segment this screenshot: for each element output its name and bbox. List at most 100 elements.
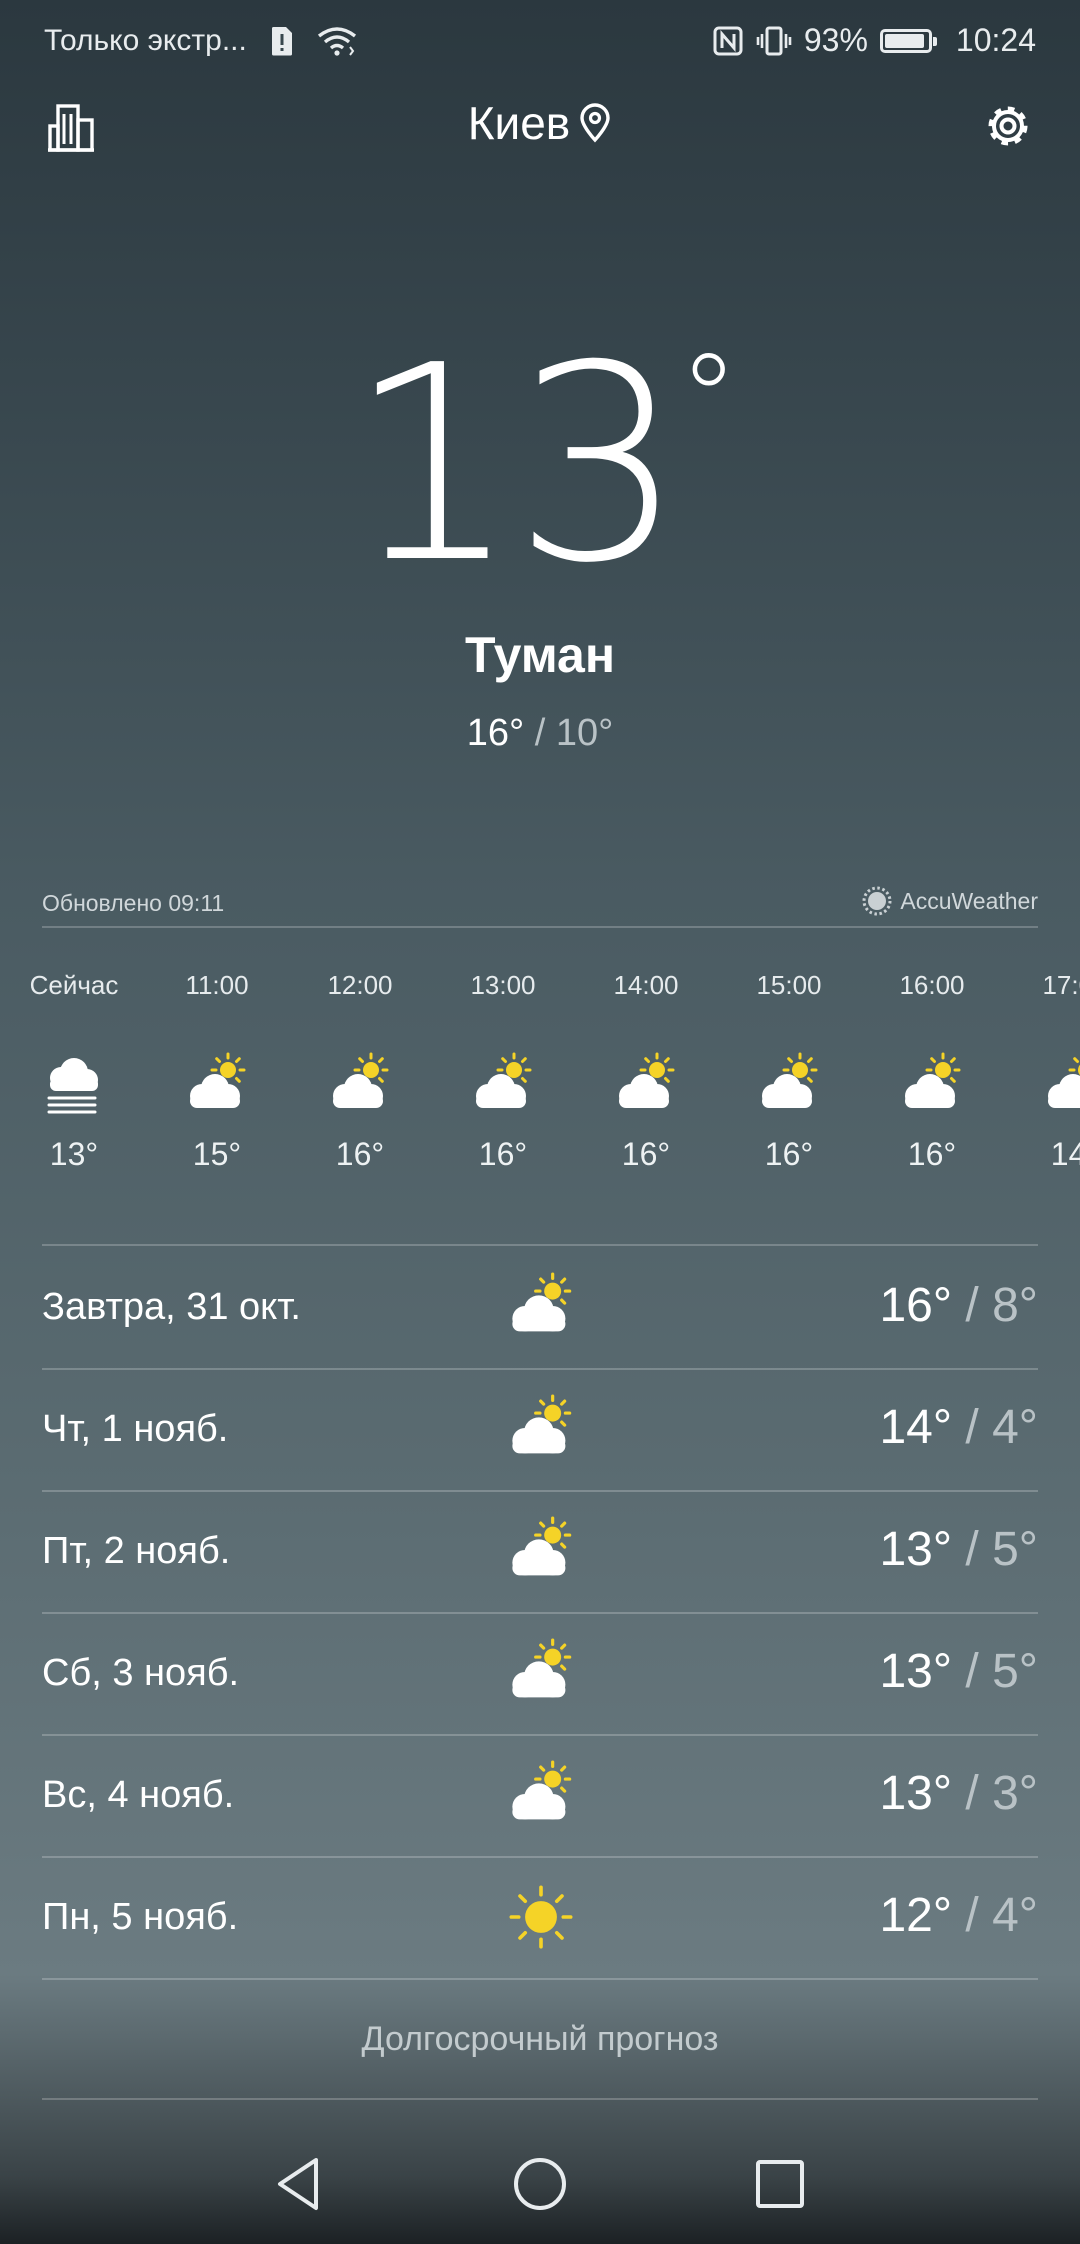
hourly-time: Сейчас: [29, 970, 119, 1000]
hourly-time: 17:00: [1042, 970, 1080, 1000]
daily-row[interactable]: Чт, 1 нояб. 14° / 4°: [42, 1370, 1038, 1490]
hourly-time: 11:00: [185, 970, 249, 1000]
hourly-temp: 16°: [478, 1136, 528, 1172]
partly-sunny-icon: [502, 1760, 580, 1830]
hourly-temp: 14°: [1050, 1136, 1080, 1172]
partly-sunny-icon: [1040, 1052, 1080, 1118]
divider: [42, 1978, 1038, 1980]
settings-gear-icon[interactable]: [980, 98, 1036, 154]
divider: [42, 926, 1038, 928]
partly-sunny-icon: [182, 1052, 252, 1118]
hourly-temp: 16°: [764, 1136, 814, 1172]
partly-sunny-icon: [897, 1052, 967, 1118]
divider: [42, 2098, 1038, 2100]
partly-sunny-icon: [502, 1516, 580, 1586]
current-high: 16°: [466, 712, 525, 754]
daily-row[interactable]: Пт, 2 нояб. 13° / 5°: [42, 1492, 1038, 1612]
navigation-bar: [0, 2120, 1080, 2244]
daily-date: Пт, 2 нояб.: [42, 1530, 231, 1572]
degree-symbol: °: [678, 330, 739, 469]
partly-sunny-icon: [502, 1394, 580, 1464]
daily-high-low: 13° / 5°: [879, 1644, 1038, 1699]
hourly-item: 16:00 16°: [862, 970, 1002, 1173]
hi-lo-separator: /: [965, 1401, 979, 1454]
hi-lo-separator: /: [534, 712, 546, 754]
hourly-item: 11:00 15°: [147, 970, 287, 1173]
updated-time: Обновлено 09:11: [42, 890, 225, 916]
hourly-forecast[interactable]: Сейчас 13° 11:00 15° 12:00 16° 13:00 16°…: [0, 970, 1080, 1210]
daily-row[interactable]: Завтра, 31 окт. 16° / 8°: [42, 1248, 1038, 1368]
hourly-time: 12:00: [327, 970, 393, 1000]
hourly-item: 15:00 16°: [719, 970, 859, 1173]
hourly-temp: 16°: [907, 1136, 957, 1172]
hourly-temp: 13°: [49, 1136, 99, 1172]
wifi-icon: [317, 27, 356, 56]
partly-sunny-icon: [468, 1052, 538, 1118]
hi-lo-separator: /: [965, 1279, 979, 1332]
vibrate-icon: [756, 26, 792, 55]
accuweather-logo-icon: [862, 886, 892, 916]
daily-row[interactable]: Вс, 4 нояб. 13° / 3°: [42, 1736, 1038, 1856]
daily-high-low: 13° / 5°: [879, 1522, 1038, 1577]
provider-name: AccuWeather: [900, 887, 1038, 914]
carrier-text: Только экстр...: [44, 24, 247, 57]
hourly-temp: 16°: [621, 1136, 671, 1172]
current-low: 10°: [555, 712, 614, 754]
daily-date: Чт, 1 нояб.: [42, 1408, 229, 1450]
partly-sunny-icon: [611, 1052, 681, 1118]
partly-sunny-icon: [325, 1052, 395, 1118]
home-icon[interactable]: [510, 2154, 570, 2214]
daily-high-low: 16° / 8°: [879, 1278, 1038, 1333]
partly-sunny-icon: [754, 1052, 824, 1118]
status-bar: Только экстр... 93% 10:24: [0, 0, 1080, 86]
current-condition: Туман: [464, 627, 616, 683]
daily-low: 5°: [992, 1645, 1038, 1698]
hourly-item: 12:00 16°: [290, 970, 430, 1173]
daily-high: 16°: [879, 1279, 953, 1332]
battery-icon: [879, 28, 937, 53]
daily-low: 4°: [992, 1889, 1038, 1942]
status-right: 93% 10:24: [712, 22, 1036, 59]
daily-low: 3°: [992, 1767, 1038, 1820]
fog-icon: [39, 1052, 109, 1118]
recents-icon[interactable]: [750, 2154, 810, 2214]
location-pin-icon: [580, 103, 610, 143]
hourly-time: 13:00: [470, 970, 536, 1000]
battery-percent: 93%: [803, 22, 868, 58]
daily-high-low: 13° / 3°: [879, 1766, 1038, 1821]
daily-date: Вс, 4 нояб.: [42, 1774, 235, 1816]
daily-high-low: 14° / 4°: [879, 1400, 1038, 1455]
daily-high: 14°: [879, 1401, 953, 1454]
hourly-time: 14:00: [613, 970, 679, 1000]
daily-low: 5°: [992, 1523, 1038, 1576]
daily-high: 13°: [879, 1645, 953, 1698]
daily-row[interactable]: Сб, 3 нояб. 13° / 5°: [42, 1614, 1038, 1734]
provider-link[interactable]: AccuWeather: [862, 886, 1038, 916]
partly-sunny-icon: [502, 1272, 580, 1342]
hourly-time: 16:00: [899, 970, 965, 1000]
daily-high: 12°: [879, 1889, 953, 1942]
hi-lo-separator: /: [965, 1645, 979, 1698]
partly-sunny-icon: [502, 1638, 580, 1708]
hi-lo-separator: /: [965, 1767, 979, 1820]
sunny-icon: [502, 1882, 580, 1952]
sim-alert-icon: [271, 27, 292, 56]
daily-high: 13°: [879, 1767, 953, 1820]
hourly-temp: 15°: [192, 1136, 242, 1172]
hourly-item: 17:00 14°: [1005, 970, 1080, 1173]
hourly-time: 15:00: [756, 970, 822, 1000]
divider: [42, 1244, 1038, 1246]
daily-row[interactable]: Пн, 5 нояб. 12° / 4°: [42, 1858, 1038, 1978]
long-term-forecast-link[interactable]: Долгосрочный прогноз: [0, 2020, 1080, 2059]
daily-low: 8°: [992, 1279, 1038, 1332]
city-name: Киев: [467, 97, 571, 149]
hourly-item: 13:00 16°: [433, 970, 573, 1173]
daily-high: 13°: [879, 1523, 953, 1576]
hourly-temp: 16°: [335, 1136, 385, 1172]
back-icon[interactable]: [268, 2154, 328, 2214]
status-left: Только экстр...: [44, 24, 357, 58]
hi-lo-separator: /: [965, 1889, 979, 1942]
city-selector[interactable]: Киев: [0, 96, 1080, 150]
clock: 10:24: [955, 22, 1036, 58]
hourly-item: Сейчас 13°: [4, 970, 144, 1173]
